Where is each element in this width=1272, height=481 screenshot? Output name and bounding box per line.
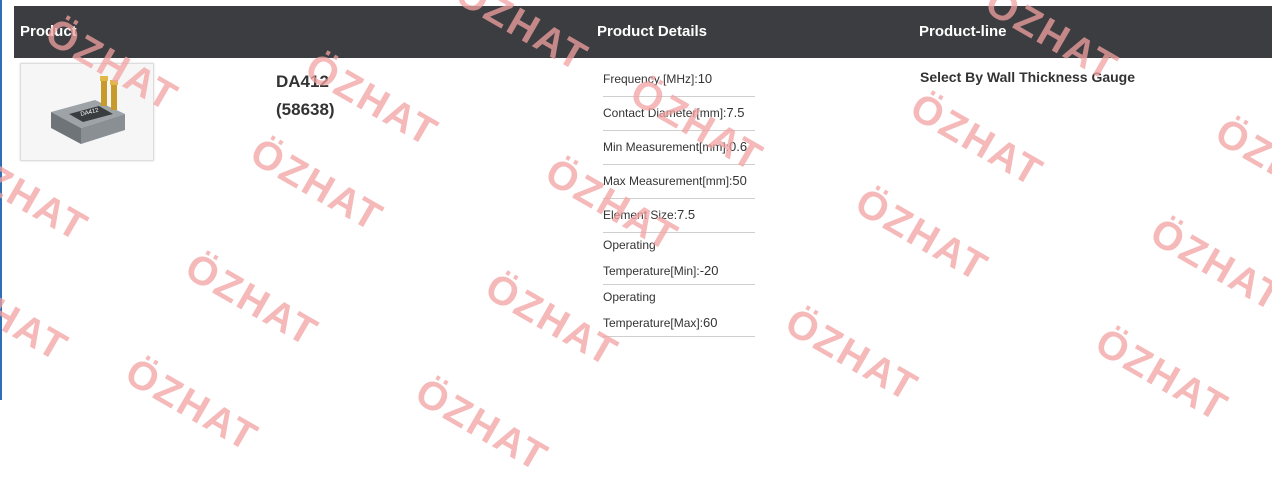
spec-frequency: Frequency [MHz]:10 — [603, 63, 755, 97]
watermark: ÖZHAT — [1088, 320, 1236, 431]
watermark: ÖZHAT — [408, 370, 556, 481]
product-code: (58638) — [276, 96, 335, 124]
product-line-link[interactable]: Select By Wall Thickness Gauge — [920, 69, 1135, 85]
spec-max-measurement: Max Measurement[mm]:50 — [603, 165, 755, 199]
watermark: ÖZHAT — [0, 260, 75, 371]
product-image[interactable]: DA412 — [20, 63, 154, 161]
header-product: Product — [20, 23, 77, 40]
watermark: ÖZHAT — [118, 350, 266, 461]
watermark: ÖZHAT — [903, 85, 1051, 196]
table-header: Product Product Details Product-line — [14, 6, 1272, 58]
product-model[interactable]: DA412 — [276, 68, 335, 96]
spec-operating-temp-min: Operating Temperature[Min]:-20 — [603, 233, 755, 285]
watermark: ÖZHAT — [848, 180, 996, 291]
header-product-details: Product Details — [597, 23, 707, 40]
spec-operating-temp-max: Operating Temperature[Max]:60 — [603, 285, 755, 337]
watermark: ÖZHAT — [243, 130, 391, 241]
product-details-list: Frequency [MHz]:10 Contact Diameter[mm]:… — [603, 63, 755, 337]
transducer-image: DA412 — [21, 64, 153, 160]
watermark: ÖZHAT — [1208, 110, 1272, 221]
spec-contact-diameter: Contact Diameter[mm]:7.5 — [603, 97, 755, 131]
header-product-line: Product-line — [919, 23, 1007, 40]
product-name[interactable]: DA412 (58638) — [276, 68, 335, 124]
watermark: ÖZHAT — [1143, 210, 1272, 321]
watermark: ÖZHAT — [178, 245, 326, 356]
left-border — [0, 0, 2, 400]
watermark: ÖZHAT — [778, 300, 926, 411]
spec-element-size: Element Size:7.5 — [603, 199, 755, 233]
spec-min-measurement: Min Measurement[mm]:0.6 — [603, 131, 755, 165]
